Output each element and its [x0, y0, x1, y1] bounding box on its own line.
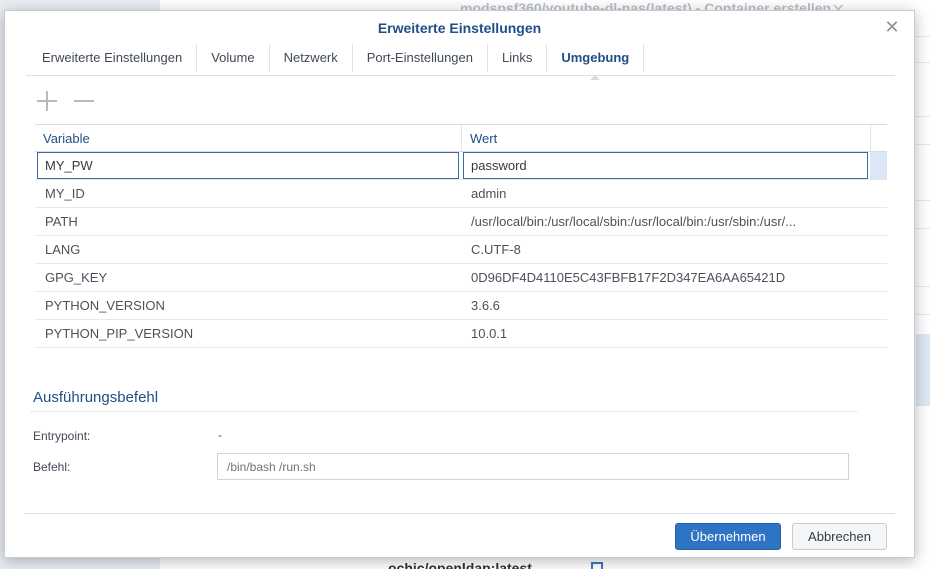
column-separator	[870, 125, 871, 152]
tab-bar: Erweiterte Einstellungen Volume Netzwerk…	[28, 44, 645, 80]
tab-network[interactable]: Netzwerk	[270, 44, 353, 72]
section-divider	[31, 411, 858, 412]
minus-icon[interactable]	[73, 90, 95, 112]
table-row[interactable]: PATH /usr/local/bin:/usr/local/sbin:/usr…	[35, 208, 887, 236]
variable-value-input[interactable]	[463, 152, 868, 179]
background-image-name: ochic/openldap:latest	[388, 560, 532, 569]
row-selection-marker	[870, 152, 887, 180]
apply-button[interactable]: Übernehmen	[675, 523, 781, 550]
row-variable: GPG_KEY	[45, 270, 108, 285]
table-row[interactable]: LANG C.UTF-8	[35, 236, 887, 264]
column-header-variable[interactable]: Variable	[43, 125, 90, 152]
tab-advanced-settings[interactable]: Erweiterte Einstellungen	[28, 44, 198, 72]
dialog-title: Erweiterte Einstellungen	[377, 20, 542, 36]
entrypoint-label: Entrypoint:	[33, 429, 91, 443]
row-value: /usr/local/bin:/usr/local/sbin:/usr/loca…	[471, 214, 797, 229]
entrypoint-value: -	[218, 428, 222, 442]
advanced-settings-dialog: Erweiterte Einstellungen ✕ Erweiterte Ei…	[4, 10, 915, 558]
footer-divider	[24, 513, 895, 514]
tab-port-settings[interactable]: Port-Einstellungen	[353, 44, 488, 72]
table-row[interactable]: GPG_KEY 0D96DF4D4110E5C43FBFB17F2D347EA6…	[35, 264, 887, 292]
background-link-icon	[591, 562, 603, 569]
grid-header: Variable Wert	[35, 124, 887, 152]
row-value: C.UTF-8	[471, 242, 521, 257]
command-label: Befehl:	[33, 460, 71, 474]
row-variable: MY_ID	[45, 186, 85, 201]
row-value: admin	[471, 186, 507, 201]
column-header-value[interactable]: Wert	[470, 125, 497, 152]
table-row-editing[interactable]	[35, 152, 887, 180]
environment-grid: Variable Wert MY_ID admin PATH /usr/loca…	[35, 124, 887, 348]
row-variable: PYTHON_PIP_VERSION	[45, 326, 194, 341]
table-row[interactable]: MY_ID admin	[35, 180, 887, 208]
tab-environment[interactable]: Umgebung	[547, 44, 645, 80]
tab-environment-label: Umgebung	[561, 50, 630, 65]
row-variable: LANG	[45, 242, 81, 257]
tab-links[interactable]: Links	[488, 44, 548, 72]
command-input[interactable]	[217, 453, 849, 480]
variable-name-input[interactable]	[37, 152, 459, 179]
table-row[interactable]: PYTHON_VERSION 3.6.6	[35, 292, 887, 320]
cancel-button[interactable]: Abbrechen	[792, 523, 887, 550]
row-value: 10.0.1	[471, 326, 508, 341]
row-variable: PYTHON_VERSION	[45, 298, 165, 313]
row-variable: PATH	[45, 214, 78, 229]
tabs-divider	[26, 75, 895, 76]
table-row[interactable]: PYTHON_PIP_VERSION 10.0.1	[35, 320, 887, 348]
execution-section-title: Ausführungsbefehl	[33, 389, 159, 406]
tab-volume[interactable]: Volume	[197, 44, 270, 72]
row-value: 0D96DF4D4110E5C43FBFB17F2D347EA6AA65421D	[471, 270, 786, 285]
close-icon[interactable]: ✕	[882, 17, 902, 37]
row-value: 3.6.6	[471, 298, 500, 313]
column-separator	[461, 125, 462, 152]
background-row-highlight	[916, 334, 930, 406]
plus-icon[interactable]	[36, 90, 58, 112]
